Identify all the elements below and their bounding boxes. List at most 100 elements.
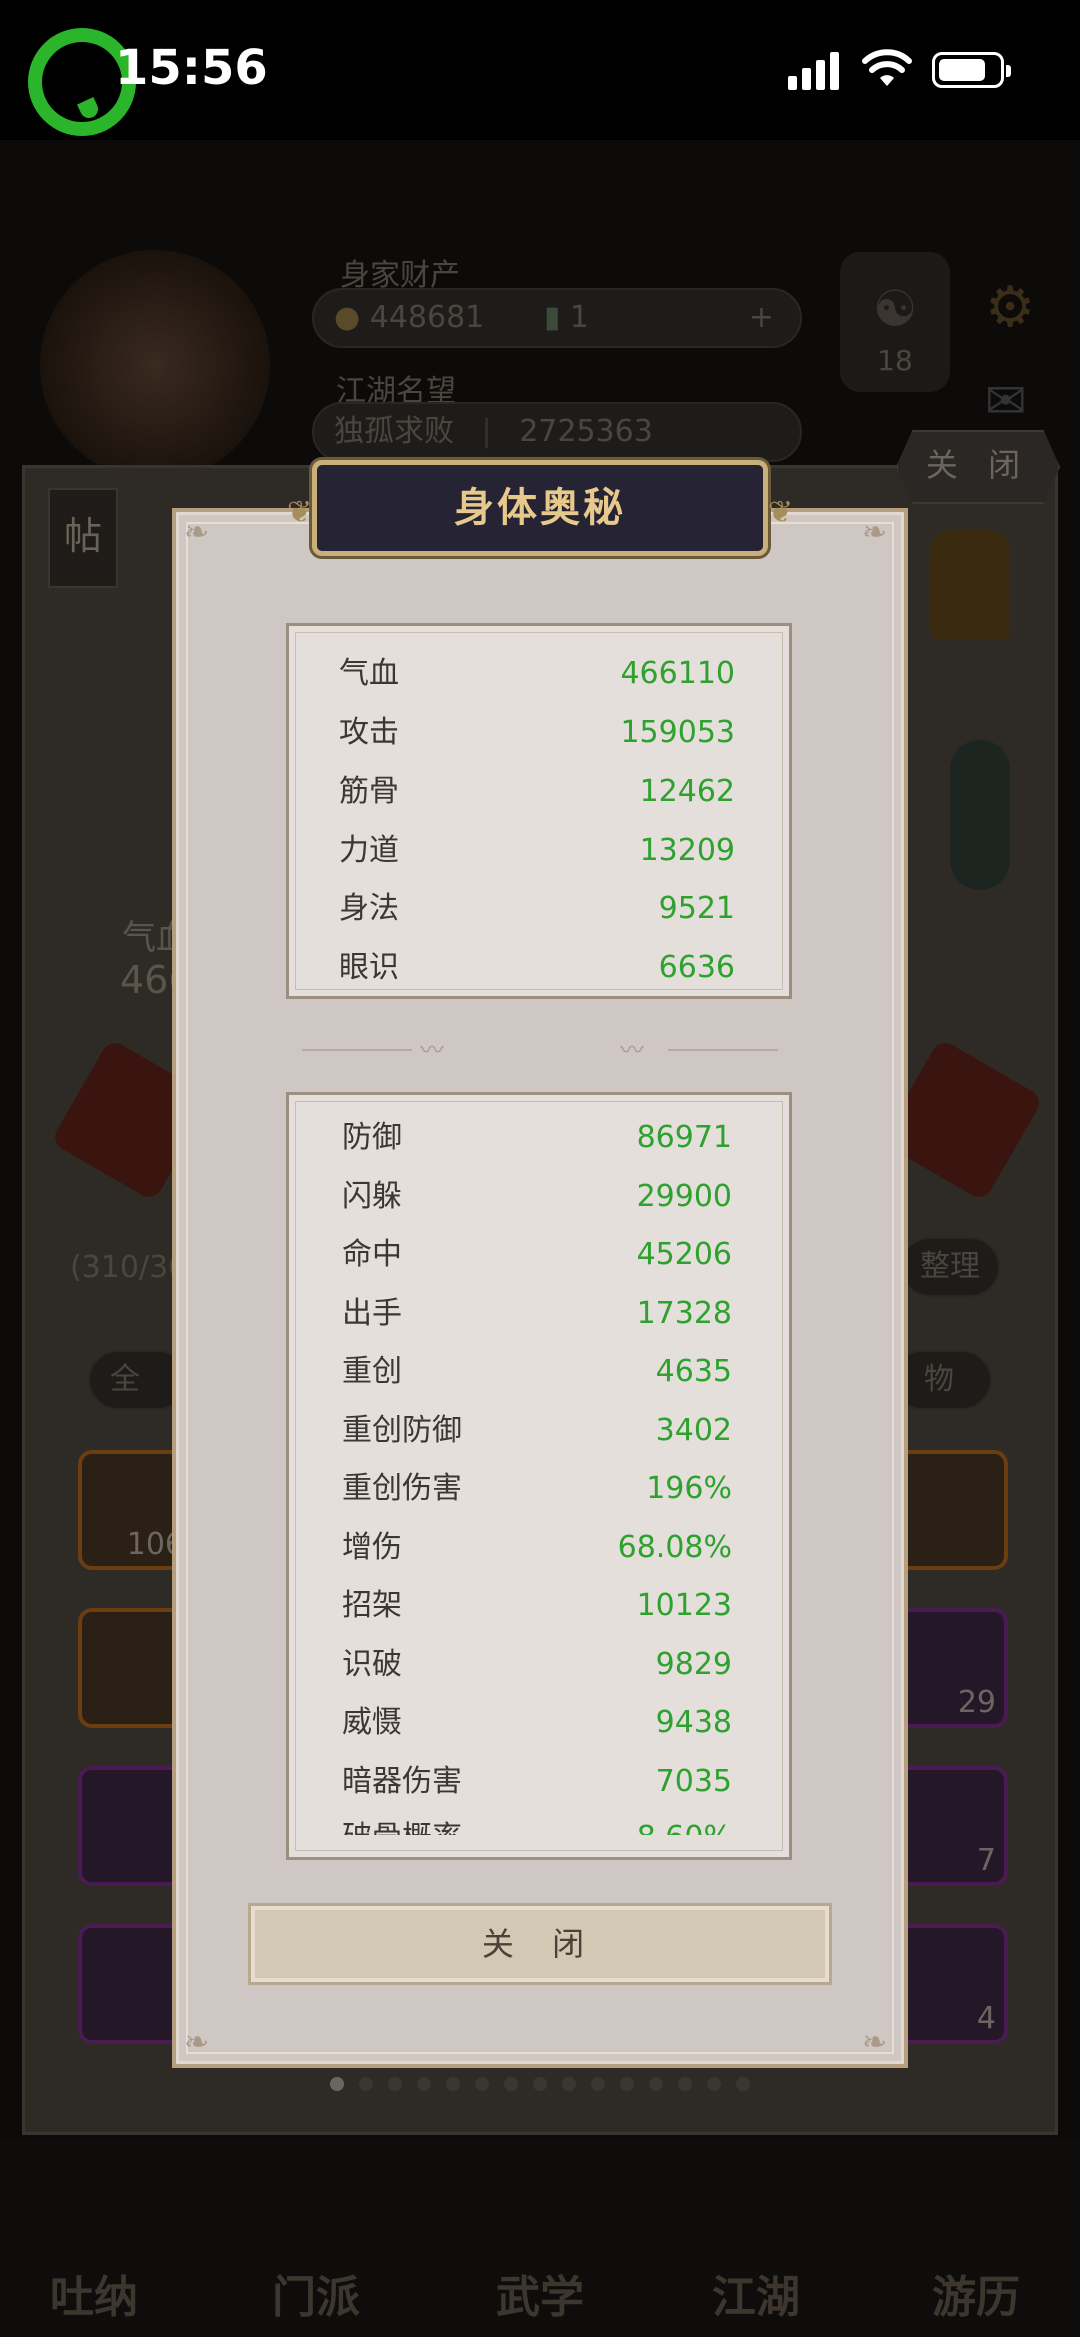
page-indicator	[330, 2076, 765, 2092]
corner-ornament-icon: ❧	[184, 515, 210, 550]
swirl-ornament-icon: 〰	[420, 1036, 444, 1064]
page-dot	[678, 2077, 692, 2091]
fame-value: 2725363	[519, 414, 653, 449]
modal-title: 身体奥秘	[454, 485, 626, 531]
stat-label: 出手	[342, 1296, 402, 1331]
wifi-icon	[862, 49, 912, 86]
status-time: 15:56	[115, 40, 268, 96]
primary-stats-box: 气血 466110 攻击 159053 筋骨 12462 力道 13209 身法 9521…	[286, 623, 792, 999]
stat-row: 身法 9521	[339, 880, 735, 938]
stat-row: 防御 86971	[342, 1109, 732, 1167]
page-dot	[475, 2077, 489, 2091]
stat-value: 17328	[636, 1296, 732, 1331]
stat-label: 破骨概率	[342, 1809, 462, 1835]
page-dot	[533, 2077, 547, 2091]
fame-bar: 独孤求败 | 2725363	[312, 402, 802, 462]
stat-label: 身法	[339, 891, 399, 926]
status-bar: 15:56	[0, 0, 1080, 140]
add-currency-button[interactable]: +	[749, 290, 774, 346]
stat-value: 86971	[636, 1120, 732, 1155]
notice-tag[interactable]: 帖	[48, 488, 118, 588]
stat-value: 196%	[646, 1471, 732, 1506]
modal-title-plate: ❦ 身体奥秘 ❦	[287, 460, 793, 556]
avatar[interactable]	[40, 250, 270, 480]
page-dot	[446, 2077, 460, 2091]
close-button[interactable]: 关 闭	[248, 1903, 832, 1985]
event-lantern-icon[interactable]	[930, 530, 1010, 640]
stat-row: 重创防御 3402	[342, 1402, 732, 1460]
gold-amount: 448681	[369, 300, 485, 335]
corner-ornament-icon: ❧	[184, 2025, 210, 2060]
stat-row: 破骨概率 8.60%	[342, 1809, 732, 1835]
nav-menpai[interactable]: 门派	[272, 2261, 360, 2325]
section-divider: 〰 〰	[302, 1036, 778, 1064]
swirl-ornament-icon: 〰	[620, 1036, 644, 1064]
stat-row: 招架 10123	[342, 1577, 732, 1635]
stat-value: 6636	[658, 950, 735, 985]
stat-row: 气血 466110	[339, 645, 735, 703]
page-dot	[591, 2077, 605, 2091]
stat-value: 159053	[620, 715, 735, 750]
stat-row: 增伤 68.08%	[342, 1519, 732, 1577]
top-close-button[interactable]: 关 闭	[896, 430, 1060, 504]
stat-row: 命中 45206	[342, 1226, 732, 1284]
stat-value: 3402	[655, 1413, 732, 1448]
cellular-signal-icon	[788, 52, 840, 90]
corner-ornament-icon: ❧	[862, 515, 888, 550]
token-icon: ▮	[543, 300, 561, 335]
capacity-partial: (310/36	[70, 1250, 188, 1285]
bottom-nav: 吐纳 门派 武学 江湖 游历	[0, 2140, 1080, 2337]
stats-scroll-area[interactable]: 防御 86971 闪躲 29900 命中 45206 出手 17328 重创 4635 重…	[292, 1109, 786, 1835]
stat-label: 闪躲	[342, 1179, 402, 1214]
stat-value: 10123	[636, 1588, 732, 1623]
stat-value: 9438	[655, 1705, 732, 1740]
stat-label: 力道	[339, 833, 399, 868]
stat-label: 增伤	[342, 1530, 402, 1565]
stat-value: 9521	[658, 891, 735, 926]
level-number: 18	[877, 344, 913, 377]
stat-value: 45206	[636, 1237, 732, 1272]
corner-ornament-icon: ❧	[862, 2025, 888, 2060]
stat-row: 重创伤害 196%	[342, 1460, 732, 1518]
stat-label: 气血	[339, 656, 399, 691]
nav-wuxue[interactable]: 武学	[496, 2261, 584, 2325]
page-dot	[649, 2077, 663, 2091]
stat-value: 12462	[639, 774, 735, 809]
token-amount: 1	[569, 300, 589, 335]
stat-row: 力道 13209	[339, 822, 735, 880]
fan-icon[interactable]	[950, 740, 1010, 890]
stat-value: 7035	[655, 1764, 732, 1799]
stat-row: 闪躲 29900	[342, 1168, 732, 1226]
page-dot	[736, 2077, 750, 2091]
title-ornament-icon: ❦	[767, 495, 793, 530]
stat-value: 68.08%	[617, 1530, 732, 1565]
sort-button[interactable]: 整理	[900, 1237, 1000, 1297]
currency-bar: ● 448681 ▮ 1 +	[312, 288, 802, 348]
nav-youli[interactable]: 游历	[932, 2261, 1020, 2325]
stat-row: 识破 9829	[342, 1636, 732, 1694]
title-ornament-icon: ❦	[287, 495, 313, 530]
stat-label: 识破	[342, 1647, 402, 1682]
stat-value: 466110	[620, 656, 735, 691]
stat-label: 威慑	[342, 1705, 402, 1740]
stat-label: 眼识	[339, 950, 399, 985]
page-dot	[620, 2077, 634, 2091]
stat-label: 招架	[342, 1588, 402, 1623]
page-dot	[707, 2077, 721, 2091]
stat-value: 13209	[639, 833, 735, 868]
stat-label: 命中	[342, 1237, 402, 1272]
secondary-stats-box[interactable]: 防御 86971 闪躲 29900 命中 45206 出手 17328 重创 4635 重…	[286, 1092, 792, 1860]
stat-row: 筋骨 12462	[339, 763, 735, 821]
page-dot	[504, 2077, 518, 2091]
stat-label: 暗器伤害	[342, 1764, 462, 1799]
nav-tuna[interactable]: 吐纳	[50, 2261, 138, 2325]
page-dot	[330, 2077, 344, 2091]
yin-yang-badge[interactable]: ☯ 18	[840, 252, 950, 392]
mail-icon[interactable]: ✉	[985, 372, 1027, 430]
settings-gear-icon[interactable]: ⚙	[985, 275, 1035, 340]
stat-value: 8.60%	[637, 1809, 732, 1835]
page-dot	[417, 2077, 431, 2091]
stat-label: 重创防御	[342, 1413, 462, 1448]
stat-row: 眼识 6636	[339, 939, 735, 997]
nav-jianghu[interactable]: 江湖	[712, 2261, 800, 2325]
